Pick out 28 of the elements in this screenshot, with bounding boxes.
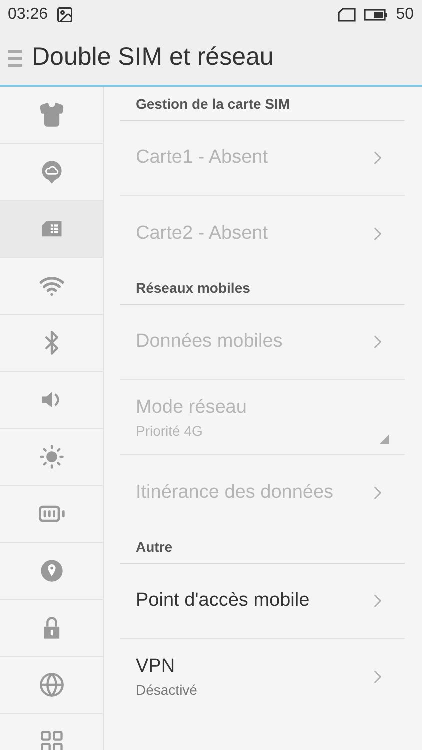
row-label: Carte1 - Absent bbox=[136, 146, 270, 170]
row-label: Itinérance des données bbox=[136, 480, 335, 504]
row-label: Mode réseau bbox=[136, 396, 248, 420]
settings-row[interactable]: Point d'accès mobile bbox=[120, 564, 405, 639]
battery-icon bbox=[364, 8, 388, 22]
image-icon bbox=[56, 6, 74, 24]
t-shirt-icon bbox=[38, 102, 64, 128]
menu-icon[interactable] bbox=[8, 48, 22, 68]
page-title: Double SIM et réseau bbox=[32, 43, 274, 72]
sim-card-icon bbox=[338, 7, 356, 23]
row-value: Désactivé bbox=[136, 682, 198, 698]
row-label: VPN bbox=[136, 655, 176, 679]
dropdown-triangle-icon bbox=[380, 435, 389, 444]
globe-icon bbox=[38, 672, 64, 698]
row-label: Données mobiles bbox=[136, 330, 284, 354]
section-header: Autre bbox=[120, 530, 405, 564]
brightness-icon bbox=[38, 444, 64, 470]
row-value: Priorité 4G bbox=[136, 422, 204, 438]
section-header: Gestion de la carte SIM bbox=[120, 87, 405, 121]
section-header: Réseaux mobiles bbox=[120, 271, 405, 305]
sidebar-item[interactable] bbox=[0, 201, 103, 258]
settings-row[interactable]: VPN Désactivé bbox=[120, 639, 405, 714]
battery-level: 50 bbox=[396, 6, 414, 24]
row-label: Point d'accès mobile bbox=[136, 589, 311, 613]
location-pin-icon bbox=[38, 558, 64, 584]
row-label: Carte2 - Absent bbox=[136, 222, 270, 246]
clock: 03:26 bbox=[8, 6, 48, 24]
grid-icon bbox=[38, 729, 64, 750]
